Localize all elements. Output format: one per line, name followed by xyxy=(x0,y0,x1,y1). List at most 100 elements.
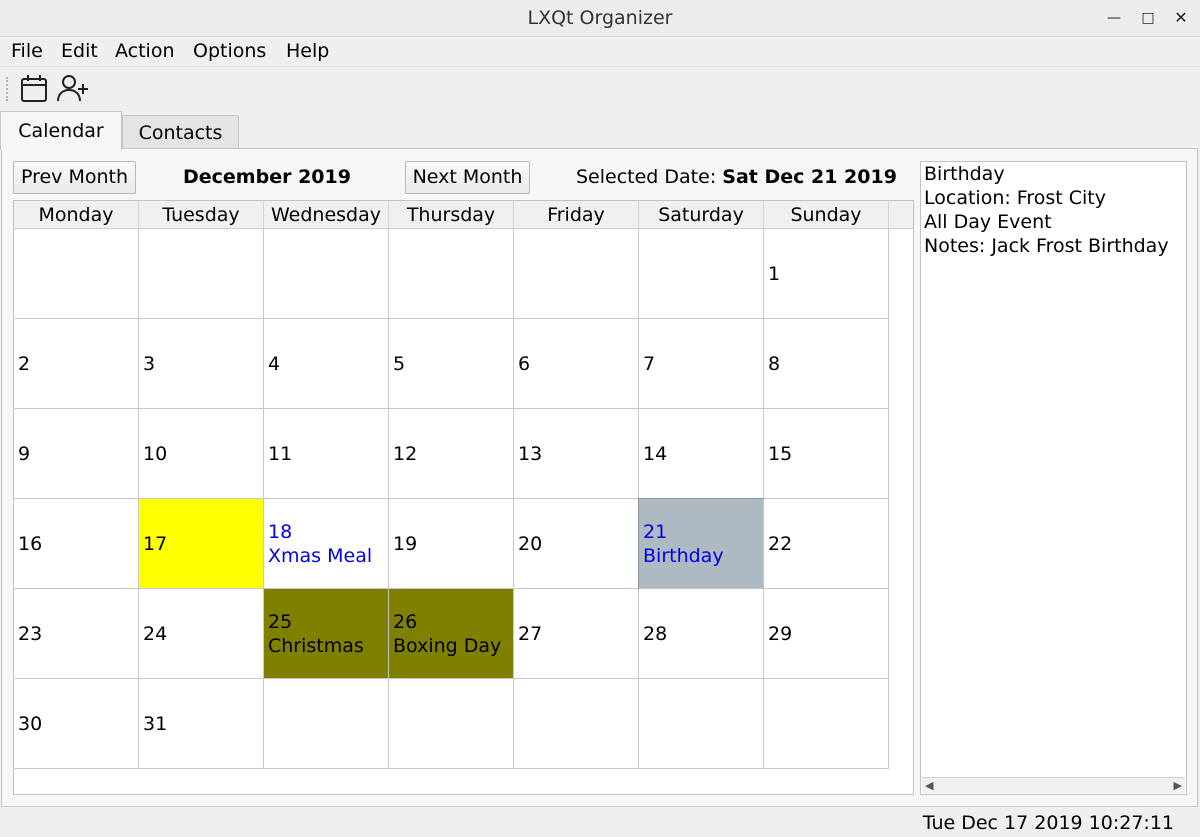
day-number: 10 xyxy=(143,442,168,465)
toolbar-grip[interactable] xyxy=(6,77,10,101)
event-details: Birthday Location: Frost City All Day Ev… xyxy=(920,161,1187,795)
day-cell[interactable]: 2 xyxy=(14,319,139,409)
day-number: 28 xyxy=(643,622,668,645)
day-number: 21 xyxy=(643,520,668,543)
tab-calendar[interactable]: Calendar xyxy=(0,111,122,150)
day-number: 27 xyxy=(518,622,543,645)
day-cell[interactable]: 8 xyxy=(764,319,889,409)
day-cell[interactable]: 6 xyxy=(514,319,639,409)
day-cell[interactable] xyxy=(764,679,889,769)
day-cell-content: 13 xyxy=(518,409,542,498)
weekday-3: Thursday xyxy=(389,201,514,229)
day-cell[interactable] xyxy=(639,229,764,319)
day-cell[interactable]: 10 xyxy=(139,409,264,499)
day-number: 8 xyxy=(768,352,781,375)
weekday-1: Tuesday xyxy=(139,201,264,229)
day-number: 2 xyxy=(18,352,31,375)
calendar-icon[interactable] xyxy=(17,72,51,106)
day-number: 22 xyxy=(768,532,793,555)
day-cell[interactable] xyxy=(514,679,639,769)
day-cell[interactable]: 23 xyxy=(14,589,139,679)
day-cell[interactable] xyxy=(14,229,139,319)
selected-date-value: Sat Dec 21 2019 xyxy=(722,166,897,188)
menu-file[interactable]: File xyxy=(11,40,43,62)
day-cell[interactable] xyxy=(389,679,514,769)
day-cell[interactable]: 20 xyxy=(514,499,639,589)
day-cell[interactable]: 9 xyxy=(14,409,139,499)
day-cell[interactable]: 29 xyxy=(764,589,889,679)
day-cell[interactable]: 1 xyxy=(764,229,889,319)
close-icon[interactable]: ✕ xyxy=(1170,8,1192,28)
menu-options[interactable]: Options xyxy=(193,40,266,62)
day-cell[interactable]: 12 xyxy=(389,409,514,499)
selected-date-label: Selected Date: Sat Dec 21 2019 xyxy=(576,166,897,188)
maximize-icon[interactable]: □ xyxy=(1137,8,1159,28)
selected-date-prefix: Selected Date: xyxy=(576,166,717,188)
day-cell[interactable]: 3 xyxy=(139,319,264,409)
minimize-icon[interactable]: — xyxy=(1103,8,1125,28)
day-cell-content: 3 xyxy=(143,319,155,408)
day-cell[interactable]: 24 xyxy=(139,589,264,679)
day-cell[interactable]: 30 xyxy=(14,679,139,769)
day-cell[interactable]: 11 xyxy=(264,409,389,499)
prev-month-button[interactable]: Prev Month xyxy=(13,161,136,194)
menu-edit[interactable]: Edit xyxy=(61,40,98,62)
day-number: 31 xyxy=(143,712,168,735)
day-number: 23 xyxy=(18,622,43,645)
day-cell[interactable]: 17 xyxy=(139,499,264,589)
day-cell[interactable]: 21 Birthday xyxy=(638,498,765,590)
scroll-left-icon[interactable]: ◀ xyxy=(925,779,933,792)
day-number: 13 xyxy=(518,442,543,465)
day-cell[interactable]: 19 xyxy=(389,499,514,589)
day-cell-content: 30 xyxy=(18,679,42,768)
day-cell[interactable]: 16 xyxy=(14,499,139,589)
day-number: 26 xyxy=(393,610,418,633)
detail-line: Location: Frost City xyxy=(924,187,1106,209)
day-cell[interactable]: 27 xyxy=(514,589,639,679)
day-cell[interactable] xyxy=(264,679,389,769)
day-cell-content: 5 xyxy=(393,319,405,408)
day-cell-content: 2 xyxy=(18,319,30,408)
day-cell[interactable] xyxy=(389,229,514,319)
event-label: Birthday xyxy=(643,544,724,567)
day-cell[interactable]: 4 xyxy=(264,319,389,409)
day-cell-content: 26 Boxing Day xyxy=(393,589,501,678)
scroll-right-icon[interactable]: ▶ xyxy=(1174,779,1182,792)
day-cell[interactable] xyxy=(264,229,389,319)
weekday-5: Saturday xyxy=(639,201,764,229)
day-cell-content: 24 xyxy=(143,589,167,678)
day-cell[interactable]: 25 Christmas xyxy=(264,589,389,679)
tab-contacts[interactable]: Contacts xyxy=(122,115,239,149)
day-cell-content: 7 xyxy=(643,319,655,408)
day-cell[interactable] xyxy=(514,229,639,319)
day-number: 9 xyxy=(18,442,31,465)
day-cell[interactable]: 31 xyxy=(139,679,264,769)
day-cell[interactable] xyxy=(639,679,764,769)
menu-action[interactable]: Action xyxy=(115,40,175,62)
day-cell[interactable] xyxy=(139,229,264,319)
day-cell[interactable]: 5 xyxy=(389,319,514,409)
calendar-table: Monday Tuesday Wednesday Thursday Friday Satu… xyxy=(13,200,914,795)
day-cell-content: 4 xyxy=(268,319,280,408)
day-cell[interactable]: 15 xyxy=(764,409,889,499)
menu-bar: File Edit Action Options Help xyxy=(0,37,1200,66)
day-cell[interactable]: 18 Xmas Meal xyxy=(264,499,389,589)
add-contact-icon[interactable] xyxy=(56,72,90,106)
day-cell[interactable]: 28 xyxy=(639,589,764,679)
day-cell-content: 1 xyxy=(768,229,780,318)
day-cell[interactable]: 7 xyxy=(639,319,764,409)
day-cell[interactable]: 13 xyxy=(514,409,639,499)
day-cell[interactable]: 22 xyxy=(764,499,889,589)
status-datetime: Tue Dec 17 2019 10:27:11 xyxy=(922,812,1174,834)
day-number: 30 xyxy=(18,712,43,735)
day-number: 11 xyxy=(268,442,293,465)
next-month-button[interactable]: Next Month xyxy=(405,161,530,194)
day-cell-content: 6 xyxy=(518,319,530,408)
day-number: 3 xyxy=(143,352,156,375)
day-cell[interactable]: 14 xyxy=(639,409,764,499)
day-number: 15 xyxy=(768,442,793,465)
menu-help[interactable]: Help xyxy=(286,40,329,62)
day-cell-content: 14 xyxy=(643,409,667,498)
day-cell[interactable]: 26 Boxing Day xyxy=(389,589,514,679)
horizontal-scrollbar[interactable]: ◀ ▶ xyxy=(922,777,1185,793)
